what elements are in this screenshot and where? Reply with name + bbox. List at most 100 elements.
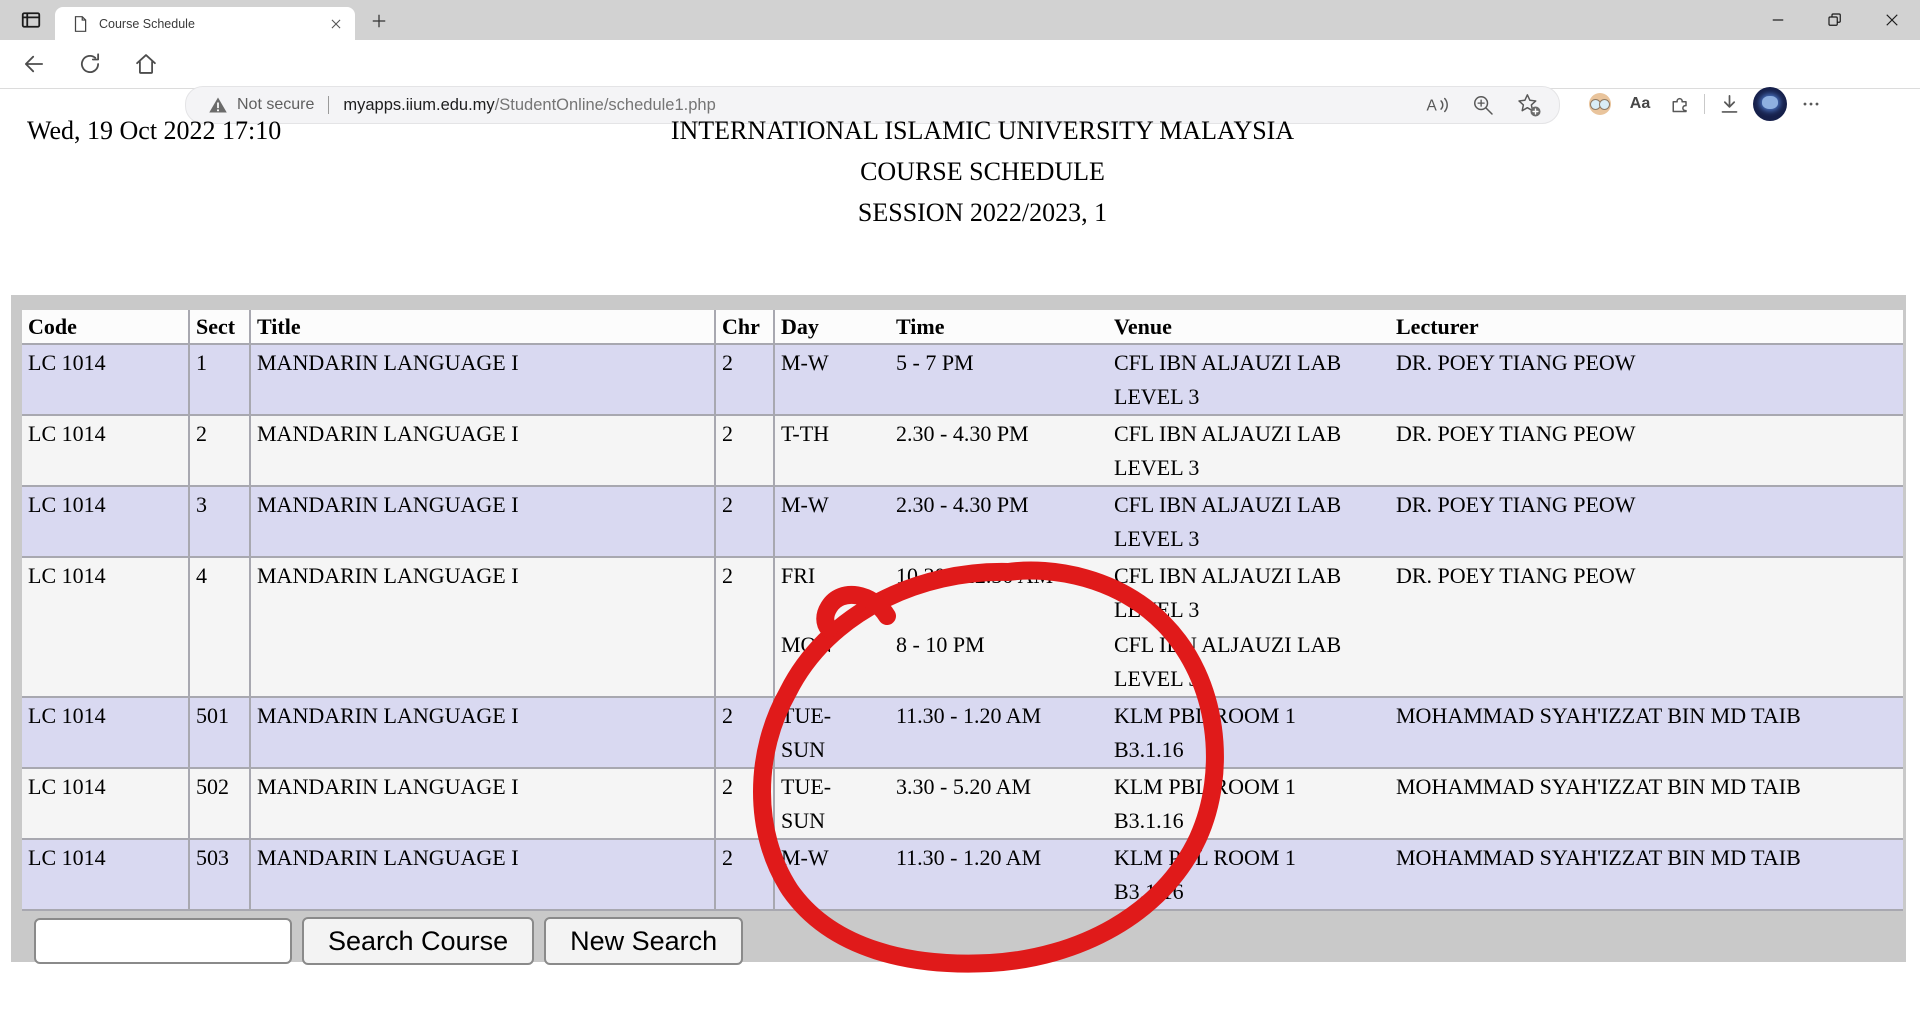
cell-chr: 2: [716, 487, 775, 556]
column-header-sect: Sect: [190, 310, 251, 343]
new-tab-button[interactable]: [362, 6, 396, 36]
cell-chr: 2: [716, 558, 775, 696]
cell-lecturer: DR. POEY TIANG PEOW: [1396, 492, 1636, 517]
cell-sect: 2: [190, 416, 251, 485]
cell-venue: KLM PBL ROOM 1 B3.1.16: [1114, 703, 1296, 762]
cell-day: M-W: [781, 492, 829, 517]
cell-day: M-W: [781, 350, 829, 375]
cell-time: 8 - 10 PM: [896, 632, 985, 657]
close-window-button[interactable]: [1863, 0, 1920, 40]
cell-sessions: T-TH 2.30 - 4.30 PM CFL IBN ALJAUZI LAB LEV…: [775, 416, 1390, 485]
cell-lecturer: DR. POEY TIANG PEOW: [1396, 421, 1636, 446]
column-header-code: Code: [22, 310, 190, 343]
cell-sessions: TUE- SUN 3.30 - 5.20 AM KLM PBL ROOM 1 B3.1.…: [775, 769, 1390, 838]
browser-window: Course Schedule Not secure myapps.iium.e…: [0, 0, 1920, 1020]
cell-sessions: M-W 2.30 - 4.30 PM CFL IBN ALJAUZI LAB LEVE…: [775, 487, 1390, 556]
column-header-day: Day: [781, 314, 819, 339]
tab-close-icon[interactable]: [323, 11, 349, 37]
cell-title: MANDARIN LANGUAGE I: [251, 769, 716, 838]
cell-title: MANDARIN LANGUAGE I: [251, 345, 716, 414]
browser-tab-course-schedule[interactable]: Course Schedule: [55, 7, 355, 40]
back-button[interactable]: [14, 44, 54, 84]
cell-sessions: M-W 5 - 7 PM CFL IBN ALJAUZI LAB LEVEL 3: [775, 345, 1390, 414]
cell-lecturer: MOHAMMAD SYAH'IZZAT BIN MD TAIB: [1396, 703, 1801, 728]
table-header-row: Code Sect Title Chr Day Time Venue Lecturer: [22, 310, 1903, 345]
cell-lecturer: MOHAMMAD SYAH'IZZAT BIN MD TAIB: [1396, 774, 1801, 799]
new-search-button[interactable]: New Search: [544, 917, 744, 965]
column-header-chr: Chr: [716, 310, 775, 343]
cell-time: 2.30 - 4.30 PM: [896, 421, 1029, 446]
session-row: TUE- SUN 3.30 - 5.20 AM KLM PBL ROOM 1 B3.1.…: [775, 769, 1390, 838]
tab-strip: Course Schedule: [0, 0, 1920, 40]
cell-chr: 2: [716, 840, 775, 909]
cell-time: 5 - 7 PM: [896, 350, 974, 375]
column-header-title: Title: [251, 310, 716, 343]
column-header-venue: Venue: [1114, 314, 1172, 339]
session-row: FRI 10.30 - 12.30 AM CFL IBN ALJAUZI LAB LE…: [775, 558, 1390, 627]
cell-venue: KLM PBL ROOM 1 B3.1.16: [1114, 845, 1296, 904]
cell-day: TUE- SUN: [781, 703, 832, 762]
cell-sect: 1: [190, 345, 251, 414]
cell-code: LC 1014: [22, 769, 190, 838]
minimize-button[interactable]: [1749, 0, 1806, 40]
column-header-lecturer: Lecturer: [1396, 314, 1479, 339]
cell-chr: 2: [716, 698, 775, 767]
search-course-button[interactable]: Search Course: [302, 917, 535, 965]
cell-lecturer: DR. POEY TIANG PEOW: [1396, 563, 1636, 588]
search-input[interactable]: [34, 918, 292, 964]
cell-title: MANDARIN LANGUAGE I: [251, 558, 716, 696]
cell-code: LC 1014: [22, 487, 190, 556]
cell-day: M-W: [781, 845, 829, 870]
cell-time: 3.30 - 5.20 AM: [896, 774, 1032, 799]
cell-venue: CFL IBN ALJAUZI LAB LEVEL 3: [1114, 492, 1342, 551]
table-row: LC 1014 2 MANDARIN LANGUAGE I 2 T-TH 2.30 - 4…: [22, 416, 1903, 487]
session-row: TUE- SUN 11.30 - 1.20 AM KLM PBL ROOM 1 B3.1…: [775, 698, 1390, 767]
cell-lecturer: DR. POEY TIANG PEOW: [1396, 350, 1636, 375]
page-title-block: INTERNATIONAL ISLAMIC UNIVERSITY MALAYSI…: [0, 110, 1920, 233]
cell-sessions: TUE- SUN 11.30 - 1.20 AM KLM PBL ROOM 1 B3.1…: [775, 698, 1390, 767]
cell-title: MANDARIN LANGUAGE I: [251, 840, 716, 909]
column-header-time: Time: [896, 314, 945, 339]
table-row: LC 1014 1 MANDARIN LANGUAGE I 2 M-W 5 - 7 PM C…: [22, 345, 1903, 416]
session-row: M-W 5 - 7 PM CFL IBN ALJAUZI LAB LEVEL 3: [775, 345, 1390, 414]
session-row: T-TH 2.30 - 4.30 PM CFL IBN ALJAUZI LAB LEV…: [775, 416, 1390, 485]
cell-venue: CFL IBN ALJAUZI LAB LEVEL 3: [1114, 421, 1342, 480]
cell-venue: CFL IBN ALJAUZI LAB LEVEL 3: [1114, 350, 1342, 409]
session-subtitle: SESSION 2022/2023, 1: [857, 198, 1108, 227]
restore-button[interactable]: [1806, 0, 1863, 40]
cell-title: MANDARIN LANGUAGE I: [251, 698, 716, 767]
cell-sect: 3: [190, 487, 251, 556]
cell-sect: 502: [190, 769, 251, 838]
cell-sect: 501: [190, 698, 251, 767]
schedule-panel: Code Sect Title Chr Day Time Venue Lecturer LC …: [11, 295, 1906, 965]
cell-venue: KLM PBL ROOM 1 B3.1.16: [1114, 774, 1296, 833]
home-button[interactable]: [126, 44, 166, 84]
cell-code: LC 1014: [22, 840, 190, 909]
session-row: M-W 11.30 - 1.20 AM KLM PBL ROOM 1 B3.1.16: [775, 840, 1390, 909]
refresh-button[interactable]: [70, 44, 110, 84]
cell-time: 10.30 - 12.30 AM: [896, 563, 1054, 588]
table-row: LC 1014 3 MANDARIN LANGUAGE I 2 M-W 2.30 - 4.…: [22, 487, 1903, 558]
cell-chr: 2: [716, 345, 775, 414]
cell-chr: 2: [716, 416, 775, 485]
cell-title: MANDARIN LANGUAGE I: [251, 487, 716, 556]
cell-sessions: FRI 10.30 - 12.30 AM CFL IBN ALJAUZI LAB LE…: [775, 558, 1390, 696]
cell-lecturer: MOHAMMAD SYAH'IZZAT BIN MD TAIB: [1396, 845, 1801, 870]
cell-code: LC 1014: [22, 698, 190, 767]
cell-time: 11.30 - 1.20 AM: [896, 845, 1042, 870]
university-title: INTERNATIONAL ISLAMIC UNIVERSITY MALAYSI…: [670, 116, 1295, 145]
page-favicon-icon: [71, 15, 89, 33]
table-row: LC 1014 503 MANDARIN LANGUAGE I 2 M-W 11.30 -…: [22, 840, 1903, 911]
cell-day: T-TH: [781, 421, 830, 446]
session-row: MON 8 - 10 PM CFL IBN ALJAUZI LAB LEVEL 3: [775, 627, 1390, 696]
table-row: LC 1014 502 MANDARIN LANGUAGE I 2 TUE- SUN 3.3…: [22, 769, 1903, 840]
browser-toolbar: Not secure myapps.iium.edu.my/StudentOnl…: [0, 40, 1920, 124]
cell-day: TUE- SUN: [781, 774, 832, 833]
page-title: COURSE SCHEDULE: [860, 157, 1105, 186]
cell-code: LC 1014: [22, 345, 190, 414]
course-search-form: Search Course New Search: [34, 917, 744, 965]
cell-sect: 4: [190, 558, 251, 696]
cell-venue: CFL IBN ALJAUZI LAB LEVEL 3: [1114, 632, 1342, 691]
tab-title: Course Schedule: [99, 16, 195, 31]
tab-actions-menu-icon[interactable]: [10, 4, 52, 36]
